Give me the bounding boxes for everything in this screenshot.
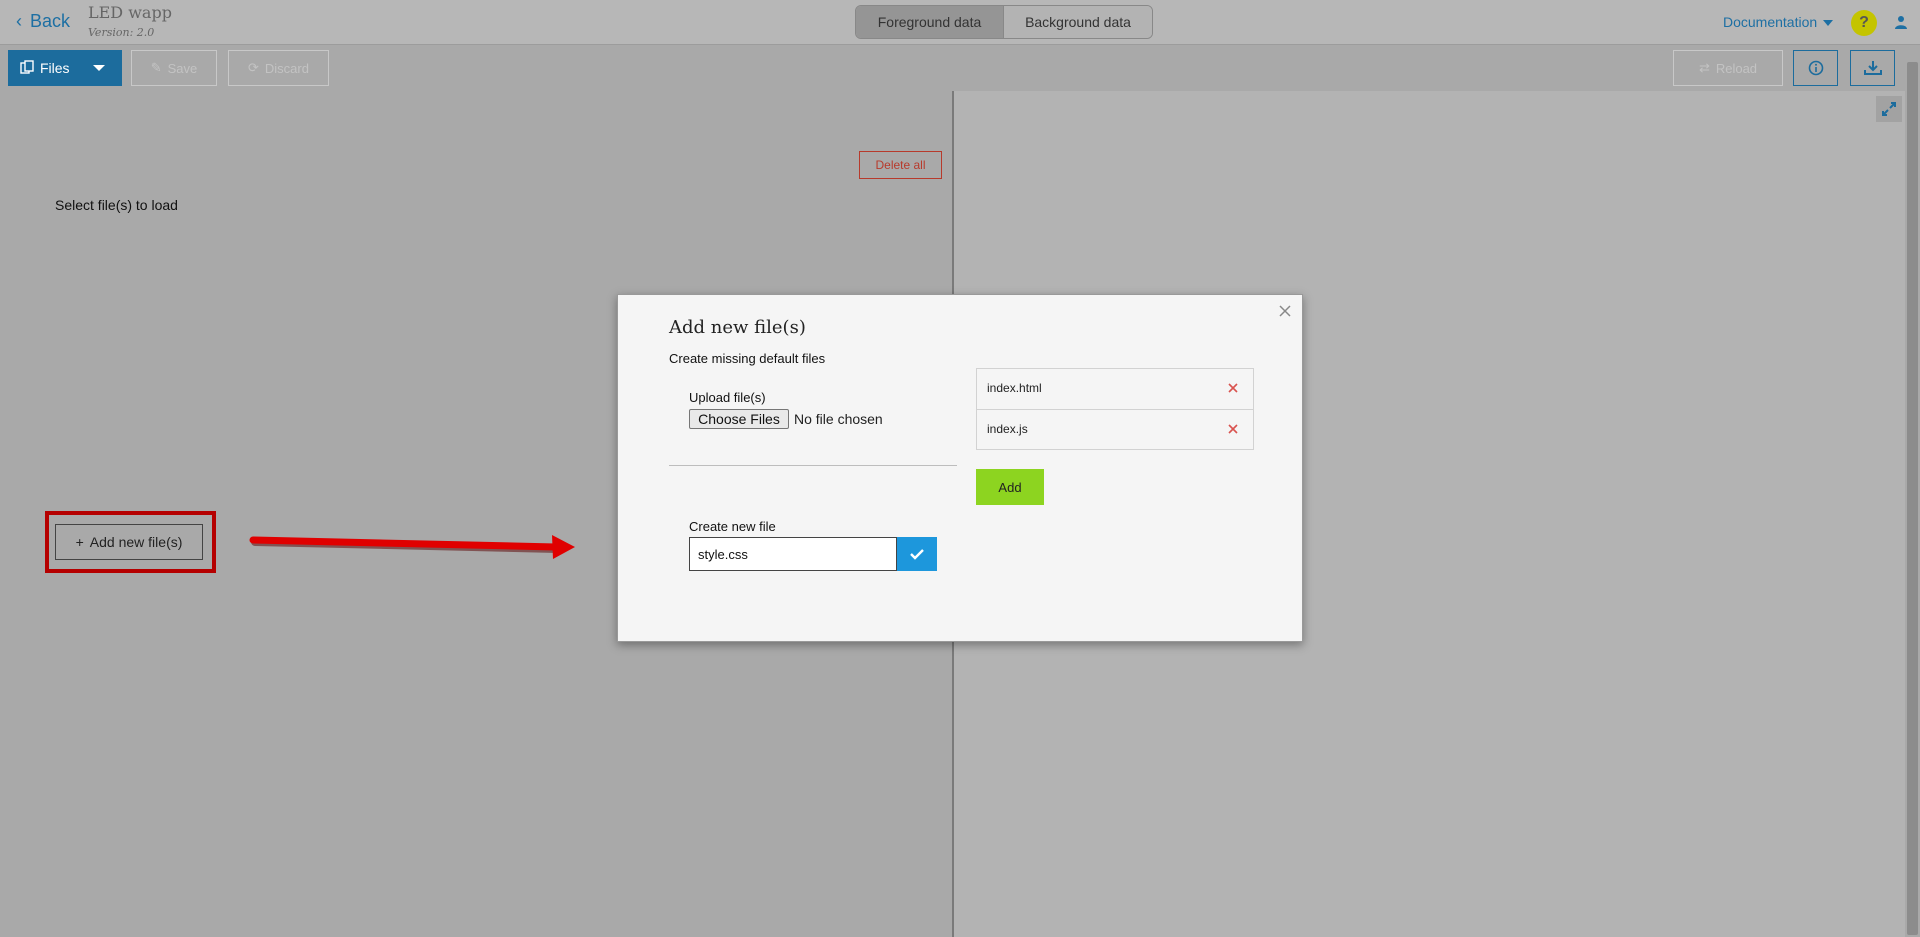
confirm-new-file-button[interactable] <box>897 537 937 571</box>
file-name: index.html <box>987 381 1042 395</box>
list-item: index.js <box>977 409 1253 449</box>
remove-icon[interactable] <box>1227 423 1239 435</box>
add-button[interactable]: Add <box>976 469 1044 505</box>
add-files-modal: Add new file(s) Create missing default f… <box>617 294 1303 642</box>
no-file-text: No file chosen <box>794 411 883 427</box>
checkmark-icon <box>910 549 924 560</box>
modal-subtitle: Create missing default files <box>669 351 826 366</box>
choose-files-button[interactable]: Choose Files <box>689 409 789 429</box>
remove-icon[interactable] <box>1227 382 1239 394</box>
new-file-name-input[interactable] <box>689 537 897 571</box>
upload-label: Upload file(s) <box>689 390 766 405</box>
modal-title: Add new file(s) <box>669 317 806 338</box>
create-file-label: Create new file <box>689 519 776 534</box>
close-icon[interactable] <box>1277 303 1293 319</box>
file-name: index.js <box>987 422 1028 436</box>
list-item: index.html <box>977 369 1253 409</box>
missing-files-list: index.html index.js <box>976 368 1254 450</box>
annotation-arrow-to-modal <box>249 535 575 559</box>
divider <box>669 465 957 466</box>
